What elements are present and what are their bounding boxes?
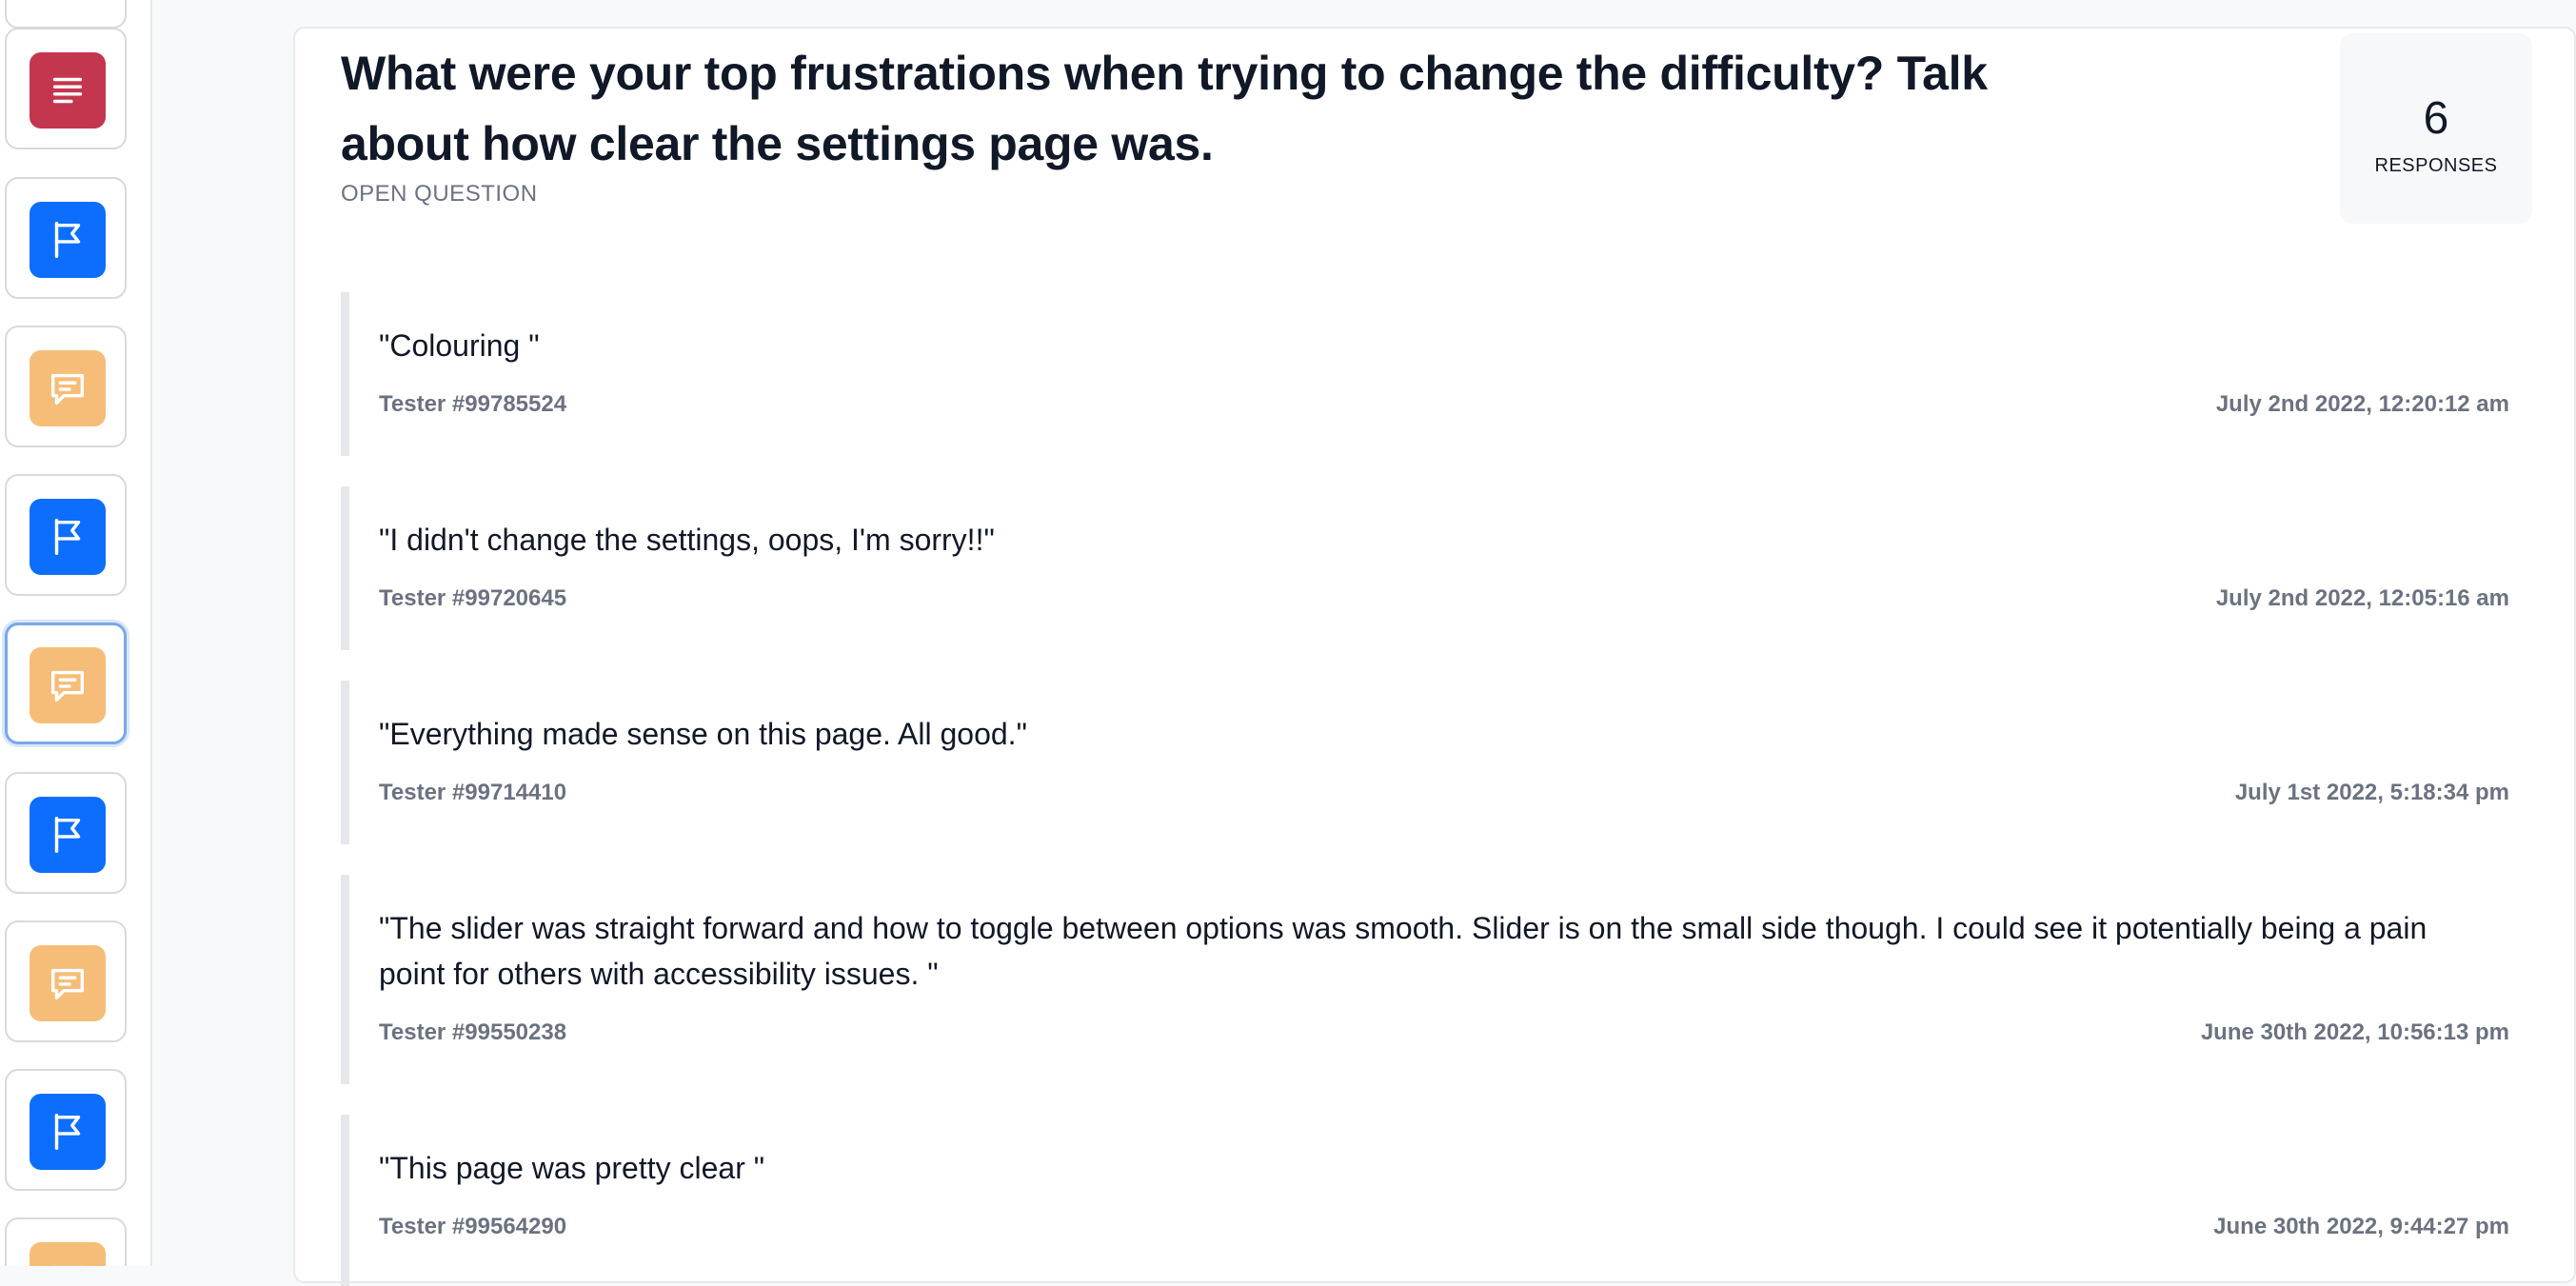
sidebar-item-9[interactable] — [5, 1217, 127, 1266]
response-tester-id: Tester #99564290 — [379, 1214, 567, 1239]
response-item: "This page was pretty clear " Tester #99… — [341, 1115, 2509, 1286]
response-item: "The slider was straight forward and how… — [341, 875, 2509, 1084]
response-text: "Colouring " — [379, 328, 540, 363]
responses-count-label: RESPONSES — [2374, 155, 2498, 176]
response-tester-id: Tester #99785524 — [379, 391, 567, 417]
flag-icon — [30, 499, 106, 575]
chat-bubble-icon — [30, 945, 106, 1021]
response-tester-id: Tester #99714410 — [379, 780, 567, 805]
response-item: "Everything made sense on this page. All… — [341, 681, 2509, 844]
response-text: "The slider was straight forward and how… — [379, 911, 2427, 991]
sidebar-item-2[interactable] — [5, 177, 127, 299]
chat-bubble-icon — [30, 350, 106, 426]
sidebar-item-4[interactable] — [5, 474, 127, 596]
question-title: What were your top frustrations when try… — [341, 47, 1988, 170]
sidebar-item-8[interactable] — [5, 1069, 127, 1191]
flag-icon — [30, 1094, 106, 1170]
question-results-card: What were your top frustrations when try… — [293, 27, 2576, 1286]
response-tester-id: Tester #99720645 — [379, 585, 567, 611]
flag-icon — [30, 202, 106, 278]
chat-bubble-icon — [30, 1242, 106, 1266]
response-text: "Everything made sense on this page. All… — [379, 717, 1027, 751]
response-text: "I didn't change the settings, oops, I'm… — [379, 523, 995, 557]
text-document-icon — [30, 52, 106, 129]
sidebar-item-partial-top[interactable] — [5, 0, 127, 29]
response-date: June 30th 2022, 9:44:27 pm — [2213, 1214, 2509, 1239]
chat-bubble-icon — [30, 647, 106, 723]
response-text: "This page was pretty clear " — [379, 1151, 765, 1185]
response-date: July 1st 2022, 5:18:34 pm — [2234, 780, 2509, 805]
response-item: "Colouring " Tester #99785524 July 2nd 2… — [341, 292, 2509, 456]
question-type-label: OPEN QUESTION — [341, 181, 538, 207]
responses-count-box: 6 RESPONSES — [2340, 33, 2532, 224]
sidebar-item-5-active[interactable] — [5, 623, 127, 744]
question-sidebar — [0, 0, 152, 1266]
sidebar-item-7[interactable] — [5, 920, 127, 1042]
response-item: "I didn't change the settings, oops, I'm… — [341, 486, 2509, 650]
sidebar-item-6[interactable] — [5, 772, 127, 894]
sidebar-item-3[interactable] — [5, 326, 127, 447]
sidebar-item-1[interactable] — [5, 28, 127, 149]
responses-count-value: 6 — [2423, 93, 2449, 144]
response-date: July 2nd 2022, 12:05:16 am — [2215, 585, 2509, 611]
response-date: June 30th 2022, 10:56:13 pm — [2200, 1019, 2509, 1045]
flag-icon — [30, 797, 106, 873]
response-date: July 2nd 2022, 12:20:12 am — [2215, 391, 2509, 417]
response-tester-id: Tester #99550238 — [379, 1019, 567, 1045]
